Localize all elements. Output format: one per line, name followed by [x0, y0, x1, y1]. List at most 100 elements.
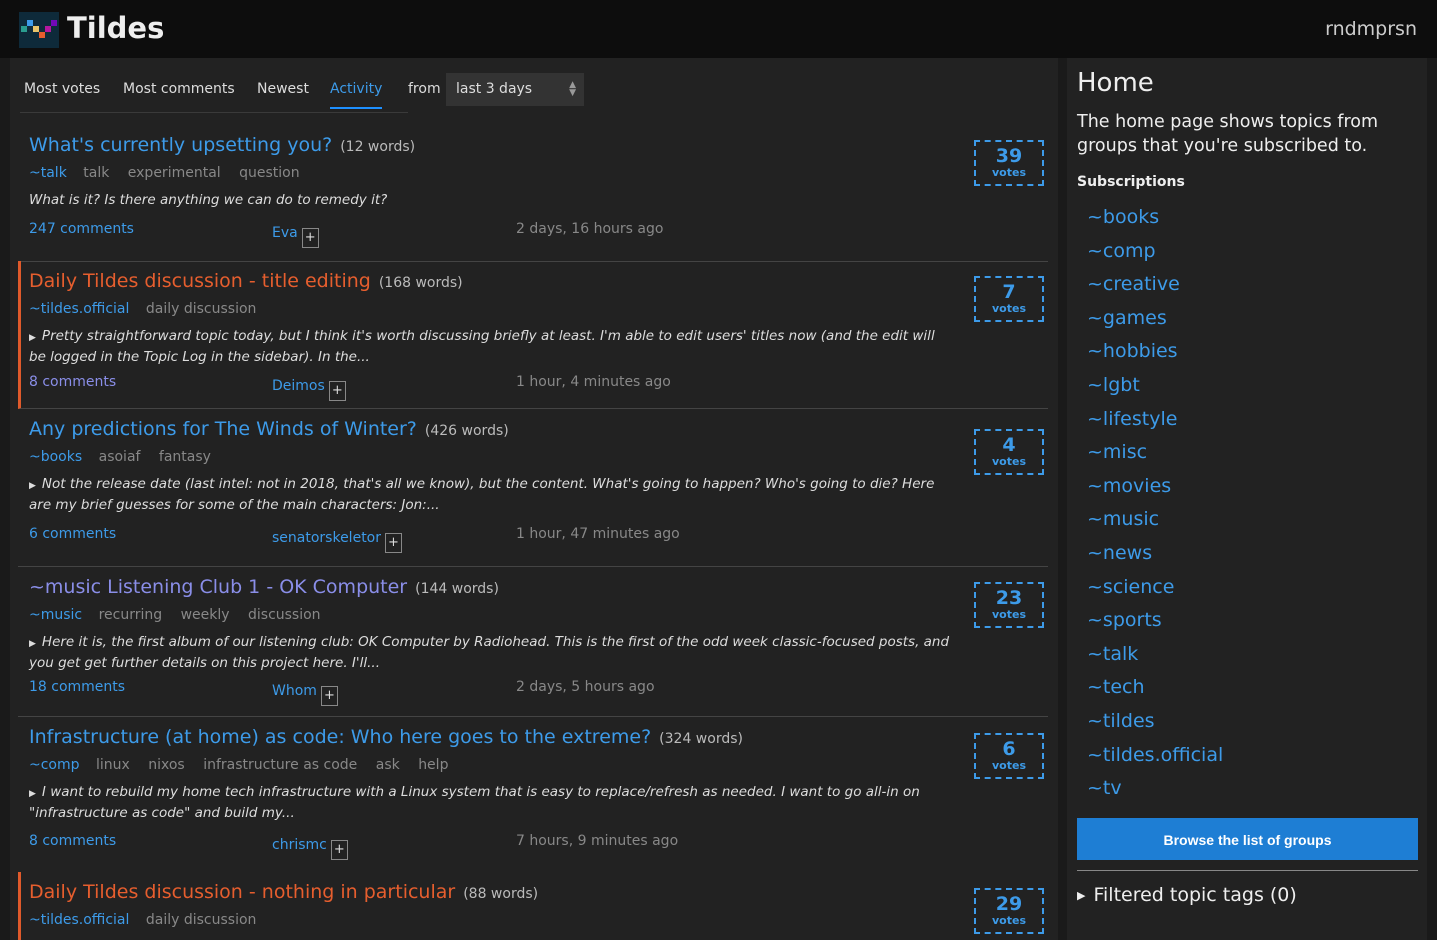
vote-button[interactable]: 29 votes	[974, 888, 1044, 934]
topic-title[interactable]: ~music Listening Club 1 - OK Computer (14…	[29, 576, 499, 598]
expand-user-icon[interactable]: +	[330, 840, 348, 860]
expand-user-icon[interactable]: +	[320, 686, 338, 706]
topic-author: chrismc +	[272, 837, 348, 860]
sort-most-votes[interactable]: Most votes	[24, 81, 100, 107]
subscription-link[interactable]: ~lgbt	[1087, 372, 1223, 406]
topic-comments-link[interactable]: 8 comments	[29, 833, 116, 849]
sort-most-comments[interactable]: Most comments	[123, 81, 235, 107]
topic-title[interactable]: Infrastructure (at home) as code: Who he…	[29, 726, 743, 748]
period-select[interactable]: last 3 days ▲ ▼	[446, 73, 584, 106]
subscription-link[interactable]: ~comp	[1087, 238, 1223, 272]
subscription-link[interactable]: ~movies	[1087, 473, 1223, 507]
author-link[interactable]: senatorskeletor	[272, 530, 381, 546]
topic-author: Eva +	[272, 225, 319, 248]
vote-button[interactable]: 23 votes	[974, 582, 1044, 628]
vote-button[interactable]: 4 votes	[974, 429, 1044, 475]
vote-count: 39	[995, 145, 1023, 167]
author-link[interactable]: Eva	[272, 225, 298, 241]
tildes-logo-icon[interactable]	[19, 12, 59, 48]
topic-tag[interactable]: discussion	[248, 607, 321, 623]
vote-count: 7	[1002, 281, 1016, 303]
subscription-link[interactable]: ~hobbies	[1087, 338, 1223, 372]
expand-triangle-icon[interactable]: ▶	[29, 789, 36, 799]
username-link[interactable]: rndmprsn	[1325, 18, 1417, 40]
subscription-link[interactable]: ~misc	[1087, 439, 1223, 473]
topic-word-count: (426 words)	[424, 423, 509, 439]
topic-excerpt[interactable]: ▶ Pretty straightforward topic today, but…	[29, 327, 954, 367]
topic-word-count: (144 words)	[415, 581, 499, 597]
subscription-link[interactable]: ~creative	[1087, 271, 1223, 305]
subscription-link[interactable]: ~news	[1087, 540, 1223, 574]
topic-tag[interactable]: help	[418, 757, 448, 773]
author-link[interactable]: Deimos	[272, 378, 325, 394]
topic-title[interactable]: Daily Tildes discussion - title editing(…	[29, 270, 463, 292]
vote-button[interactable]: 6 votes	[974, 733, 1044, 779]
topic-tag[interactable]: experimental	[128, 165, 221, 181]
vote-label: votes	[992, 166, 1026, 179]
topic-tag[interactable]: asoiaf	[99, 449, 141, 465]
topic-listing-main: Most votes Most comments Newest Activity…	[10, 58, 1058, 940]
topic-group-link[interactable]: ~comp	[29, 757, 80, 773]
site-title[interactable]: Tildes	[67, 11, 164, 45]
expand-triangle-icon[interactable]: ▶	[29, 333, 36, 343]
topic-tag[interactable]: recurring	[99, 607, 163, 623]
subscription-link[interactable]: ~tildes	[1087, 708, 1223, 742]
subscription-link[interactable]: ~tv	[1087, 775, 1223, 809]
browse-groups-button[interactable]: Browse the list of groups	[1077, 818, 1418, 860]
topic-excerpt[interactable]: ▶ I want to rebuild my home tech infrastr…	[29, 783, 954, 823]
topic-title[interactable]: What's currently upsetting you? (12 words…	[29, 134, 415, 156]
topic-title[interactable]: Daily Tildes discussion - nothing in par…	[29, 881, 538, 903]
topic-title[interactable]: Any predictions for The Winds of Winter?…	[29, 418, 509, 440]
topic-tag[interactable]: question	[239, 165, 299, 181]
topic-excerpt[interactable]: ▶ Not the release date (last intel: not i…	[29, 475, 954, 515]
expand-user-icon[interactable]: +	[385, 533, 402, 553]
topic-tag[interactable]: fantasy	[159, 449, 211, 465]
topic-group-link[interactable]: ~tildes.official	[29, 301, 129, 317]
vote-label: votes	[992, 759, 1026, 772]
sort-activity[interactable]: Activity	[330, 81, 383, 109]
topic-tag[interactable]: talk	[83, 165, 109, 181]
topic-tag[interactable]: weekly	[181, 607, 230, 623]
topic-tag[interactable]: linux	[96, 757, 130, 773]
subscription-link[interactable]: ~tech	[1087, 674, 1223, 708]
topic-comments-link[interactable]: 8 comments	[29, 374, 116, 390]
expand-triangle-icon[interactable]: ▶	[29, 639, 36, 649]
topic-comments-link[interactable]: 247 comments	[29, 221, 134, 237]
expand-triangle-icon[interactable]: ▶	[29, 481, 36, 491]
subscription-link[interactable]: ~sports	[1087, 607, 1223, 641]
subscription-link[interactable]: ~talk	[1087, 641, 1223, 675]
subscription-link[interactable]: ~lifestyle	[1087, 406, 1223, 440]
subscription-link[interactable]: ~tildes.official	[1087, 742, 1223, 776]
expand-user-icon[interactable]: +	[301, 228, 319, 248]
topic-tag[interactable]: daily discussion	[146, 301, 257, 317]
subscription-link[interactable]: ~games	[1087, 305, 1223, 339]
author-link[interactable]: Whom	[272, 683, 317, 699]
subscription-link[interactable]: ~books	[1087, 204, 1223, 238]
sort-newest[interactable]: Newest	[257, 81, 309, 107]
filtered-tags-toggle[interactable]: ▶ Filtered topic tags (0)	[1077, 884, 1297, 906]
topic-item: Infrastructure (at home) as code: Who he…	[18, 717, 1048, 872]
period-select-value: last 3 days	[456, 81, 533, 97]
topic-tag[interactable]: ask	[376, 757, 400, 773]
topic-tag[interactable]: infrastructure as code	[203, 757, 357, 773]
topic-excerpt: What is it? Is there anything we can do …	[29, 192, 388, 208]
topic-metadata: ~talk talk experimental question	[29, 165, 314, 181]
topic-metadata: ~comp linux nixos infrastructure as code…	[29, 757, 462, 773]
subscription-link[interactable]: ~music	[1087, 506, 1223, 540]
topic-group-link[interactable]: ~books	[29, 449, 82, 465]
topic-metadata: ~tildes.official daily discussion	[29, 912, 270, 928]
topic-tag[interactable]: daily discussion	[146, 912, 257, 928]
topic-excerpt[interactable]: ▶ Here it is, the first album of our list…	[29, 633, 954, 673]
topic-group-link[interactable]: ~tildes.official	[29, 912, 129, 928]
vote-button[interactable]: 39 votes	[974, 140, 1044, 186]
author-link[interactable]: chrismc	[272, 837, 327, 853]
expand-user-icon[interactable]: +	[328, 381, 346, 401]
vote-label: votes	[992, 302, 1026, 315]
topic-comments-link[interactable]: 18 comments	[29, 679, 125, 695]
topic-comments-link[interactable]: 6 comments	[29, 526, 116, 542]
topic-tag[interactable]: nixos	[148, 757, 184, 773]
topic-group-link[interactable]: ~music	[29, 607, 82, 623]
subscription-link[interactable]: ~science	[1087, 574, 1223, 608]
vote-button[interactable]: 7 votes	[974, 276, 1044, 322]
topic-group-link[interactable]: ~talk	[29, 165, 67, 181]
